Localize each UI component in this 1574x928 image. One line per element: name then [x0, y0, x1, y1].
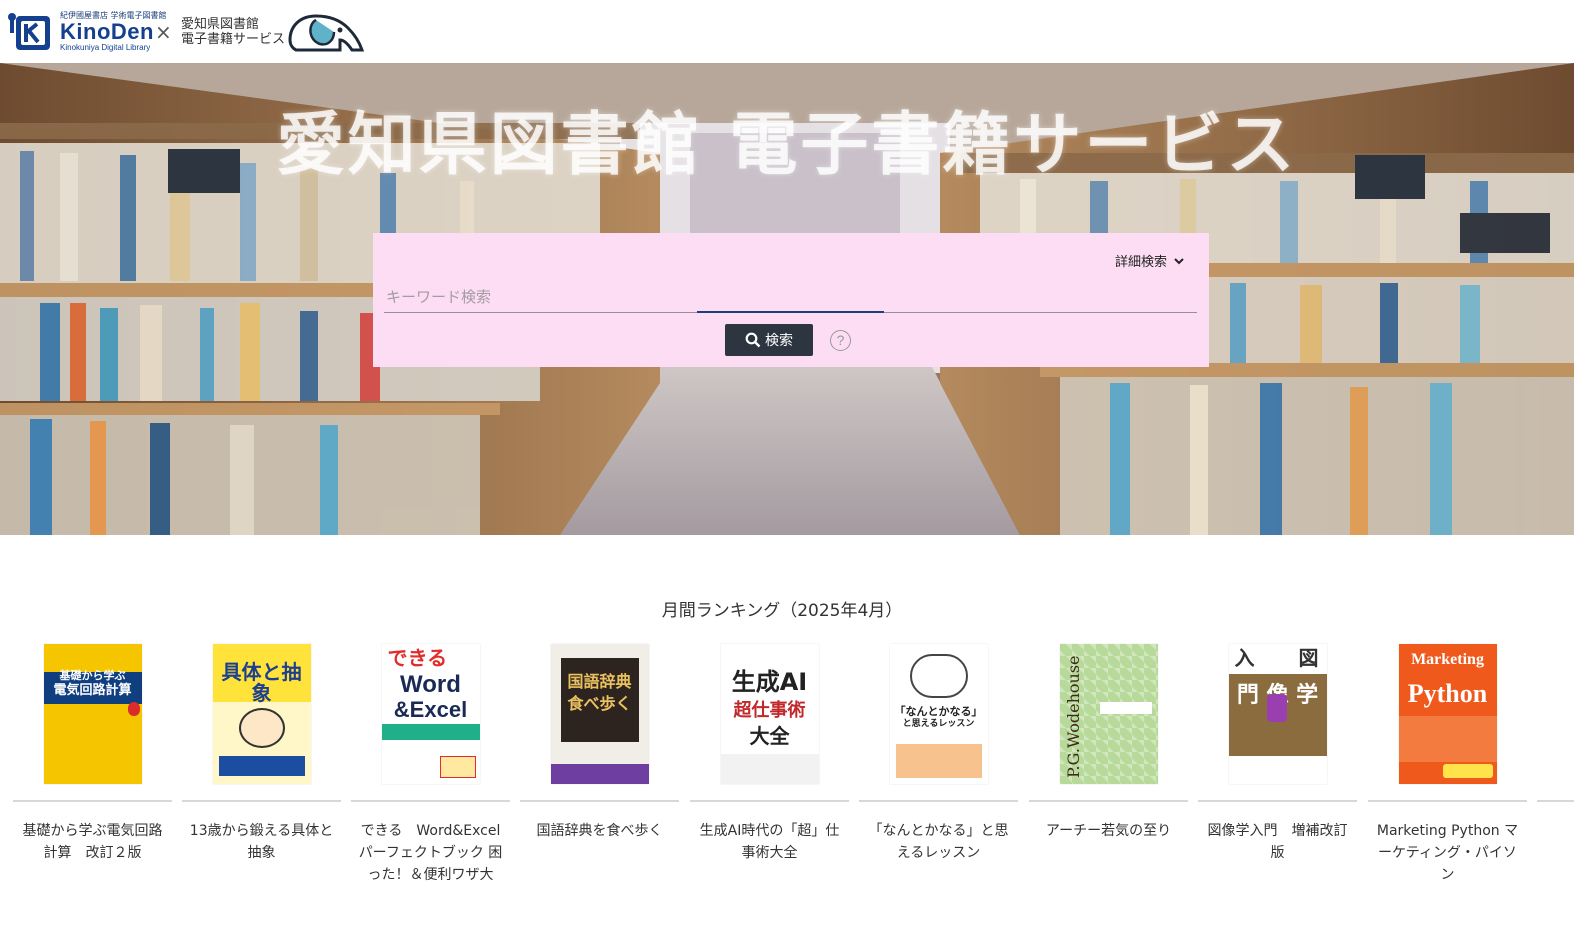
book-cover[interactable]: 国語辞典 食べ歩く — [550, 644, 649, 784]
book-title[interactable]: アーチー若気の至り — [1029, 820, 1188, 842]
ranking-title: 月間ランキング（2025年4月） — [661, 601, 903, 621]
advanced-search-toggle[interactable]: 詳細検索 — [1115, 251, 1185, 270]
book-title[interactable]: Marketing Python マーケティング・パイソン — [1368, 820, 1527, 886]
book-divider — [1537, 800, 1574, 802]
book-item-partial[interactable] — [1537, 644, 1574, 802]
kinoden-logo-icon — [6, 10, 54, 52]
book-cover[interactable]: 具体と抽象 — [212, 644, 311, 784]
book-divider — [13, 800, 172, 802]
book-title[interactable]: 13歳から鍛える具体と抽象 — [182, 820, 341, 864]
book-divider — [182, 800, 341, 802]
help-icon[interactable]: ? — [830, 330, 851, 351]
book-cover[interactable]: 「なんとかなる」 と思えるレッスン — [889, 644, 988, 784]
book-item[interactable]: Marketing Python Marketing Python マーケティン… — [1368, 644, 1527, 886]
library-name-line1: 愛知県図書館 — [181, 17, 260, 32]
book-item[interactable]: 「なんとかなる」 と思えるレッスン 「なんとかなる」と思えるレッスン — [859, 644, 1018, 864]
input-focus-underline — [697, 311, 884, 313]
book-divider — [1368, 800, 1527, 802]
search-panel: 詳細検索 検索 ? — [373, 233, 1209, 367]
book-item[interactable]: できる Word &Excel できる Word&Excel パーフェクトブック… — [351, 644, 510, 886]
site-header: 紀伊國屋書店 学術電子図書館 KinoDen Kinokuniya Digita… — [0, 0, 1574, 63]
book-item[interactable]: 基礎から学ぶ 電気回路計算 基礎から学ぶ電気回路計算 改訂２版 — [13, 644, 172, 864]
book-title[interactable]: 基礎から学ぶ電気回路計算 改訂２版 — [13, 820, 172, 864]
book-cover[interactable]: P.G.Wodehouse — [1059, 644, 1158, 784]
book-title[interactable]: できる Word&Excel パーフェクトブック 困った！＆便利ワザ大 — [351, 820, 510, 886]
advanced-search-label: 詳細検索 — [1114, 255, 1167, 270]
book-item[interactable]: P.G.Wodehouse アーチー若気の至り — [1029, 644, 1188, 842]
book-item[interactable]: 入 図 門 像 学 図像学入門 増補改訂版 — [1198, 644, 1357, 864]
book-divider — [859, 800, 1018, 802]
book-item[interactable]: 国語辞典 食べ歩く 国語辞典を食べ歩く — [520, 644, 679, 842]
kinoden-logo[interactable]: 紀伊國屋書店 学術電子図書館 KinoDen Kinokuniya Digita… — [6, 10, 167, 52]
chevron-down-icon — [1174, 257, 1184, 264]
hero-title: 愛知県図書館 電子書籍サービス — [276, 105, 1298, 185]
book-cover[interactable]: 生成AI 超仕事術 大全 — [720, 644, 819, 784]
book-title[interactable]: 図像学入門 増補改訂版 — [1198, 820, 1357, 864]
book-divider — [1198, 800, 1357, 802]
book-divider — [520, 800, 679, 802]
kinoden-name: KinoDen — [60, 18, 154, 44]
search-icon — [745, 332, 761, 348]
book-cover[interactable]: できる Word &Excel — [381, 644, 480, 784]
book-title[interactable]: 生成AI時代の「超」仕事術大全 — [690, 820, 849, 864]
search-button-label: 検索 — [765, 333, 793, 349]
library-name-line2: 電子書籍サービス — [181, 32, 286, 47]
book-divider — [1029, 800, 1188, 802]
book-divider — [351, 800, 510, 802]
ranking-book-list: 基礎から学ぶ 電気回路計算 基礎から学ぶ電気回路計算 改訂２版 具体と抽象 13… — [13, 644, 1574, 928]
search-button[interactable]: 検索 — [725, 324, 813, 356]
book-cover[interactable]: 入 図 門 像 学 — [1228, 644, 1327, 784]
book-title[interactable]: 国語辞典を食べ歩く — [520, 820, 679, 842]
book-item[interactable]: 生成AI 超仕事術 大全 生成AI時代の「超」仕事術大全 — [690, 644, 849, 864]
elephant-mascot-icon — [286, 10, 366, 54]
cross-mark: × — [155, 20, 172, 44]
book-cover[interactable]: 基礎から学ぶ 電気回路計算 — [43, 644, 142, 784]
kinoden-subtitle: Kinokuniya Digital Library — [60, 42, 151, 52]
keyword-search-input[interactable] — [384, 281, 1197, 313]
book-cover[interactable]: Marketing Python — [1398, 644, 1497, 784]
book-title[interactable]: 「なんとかなる」と思えるレッスン — [859, 820, 1018, 864]
book-divider — [690, 800, 849, 802]
book-item[interactable]: 具体と抽象 13歳から鍛える具体と抽象 — [182, 644, 341, 864]
library-name: 愛知県図書館 電子書籍サービス — [181, 17, 285, 47]
